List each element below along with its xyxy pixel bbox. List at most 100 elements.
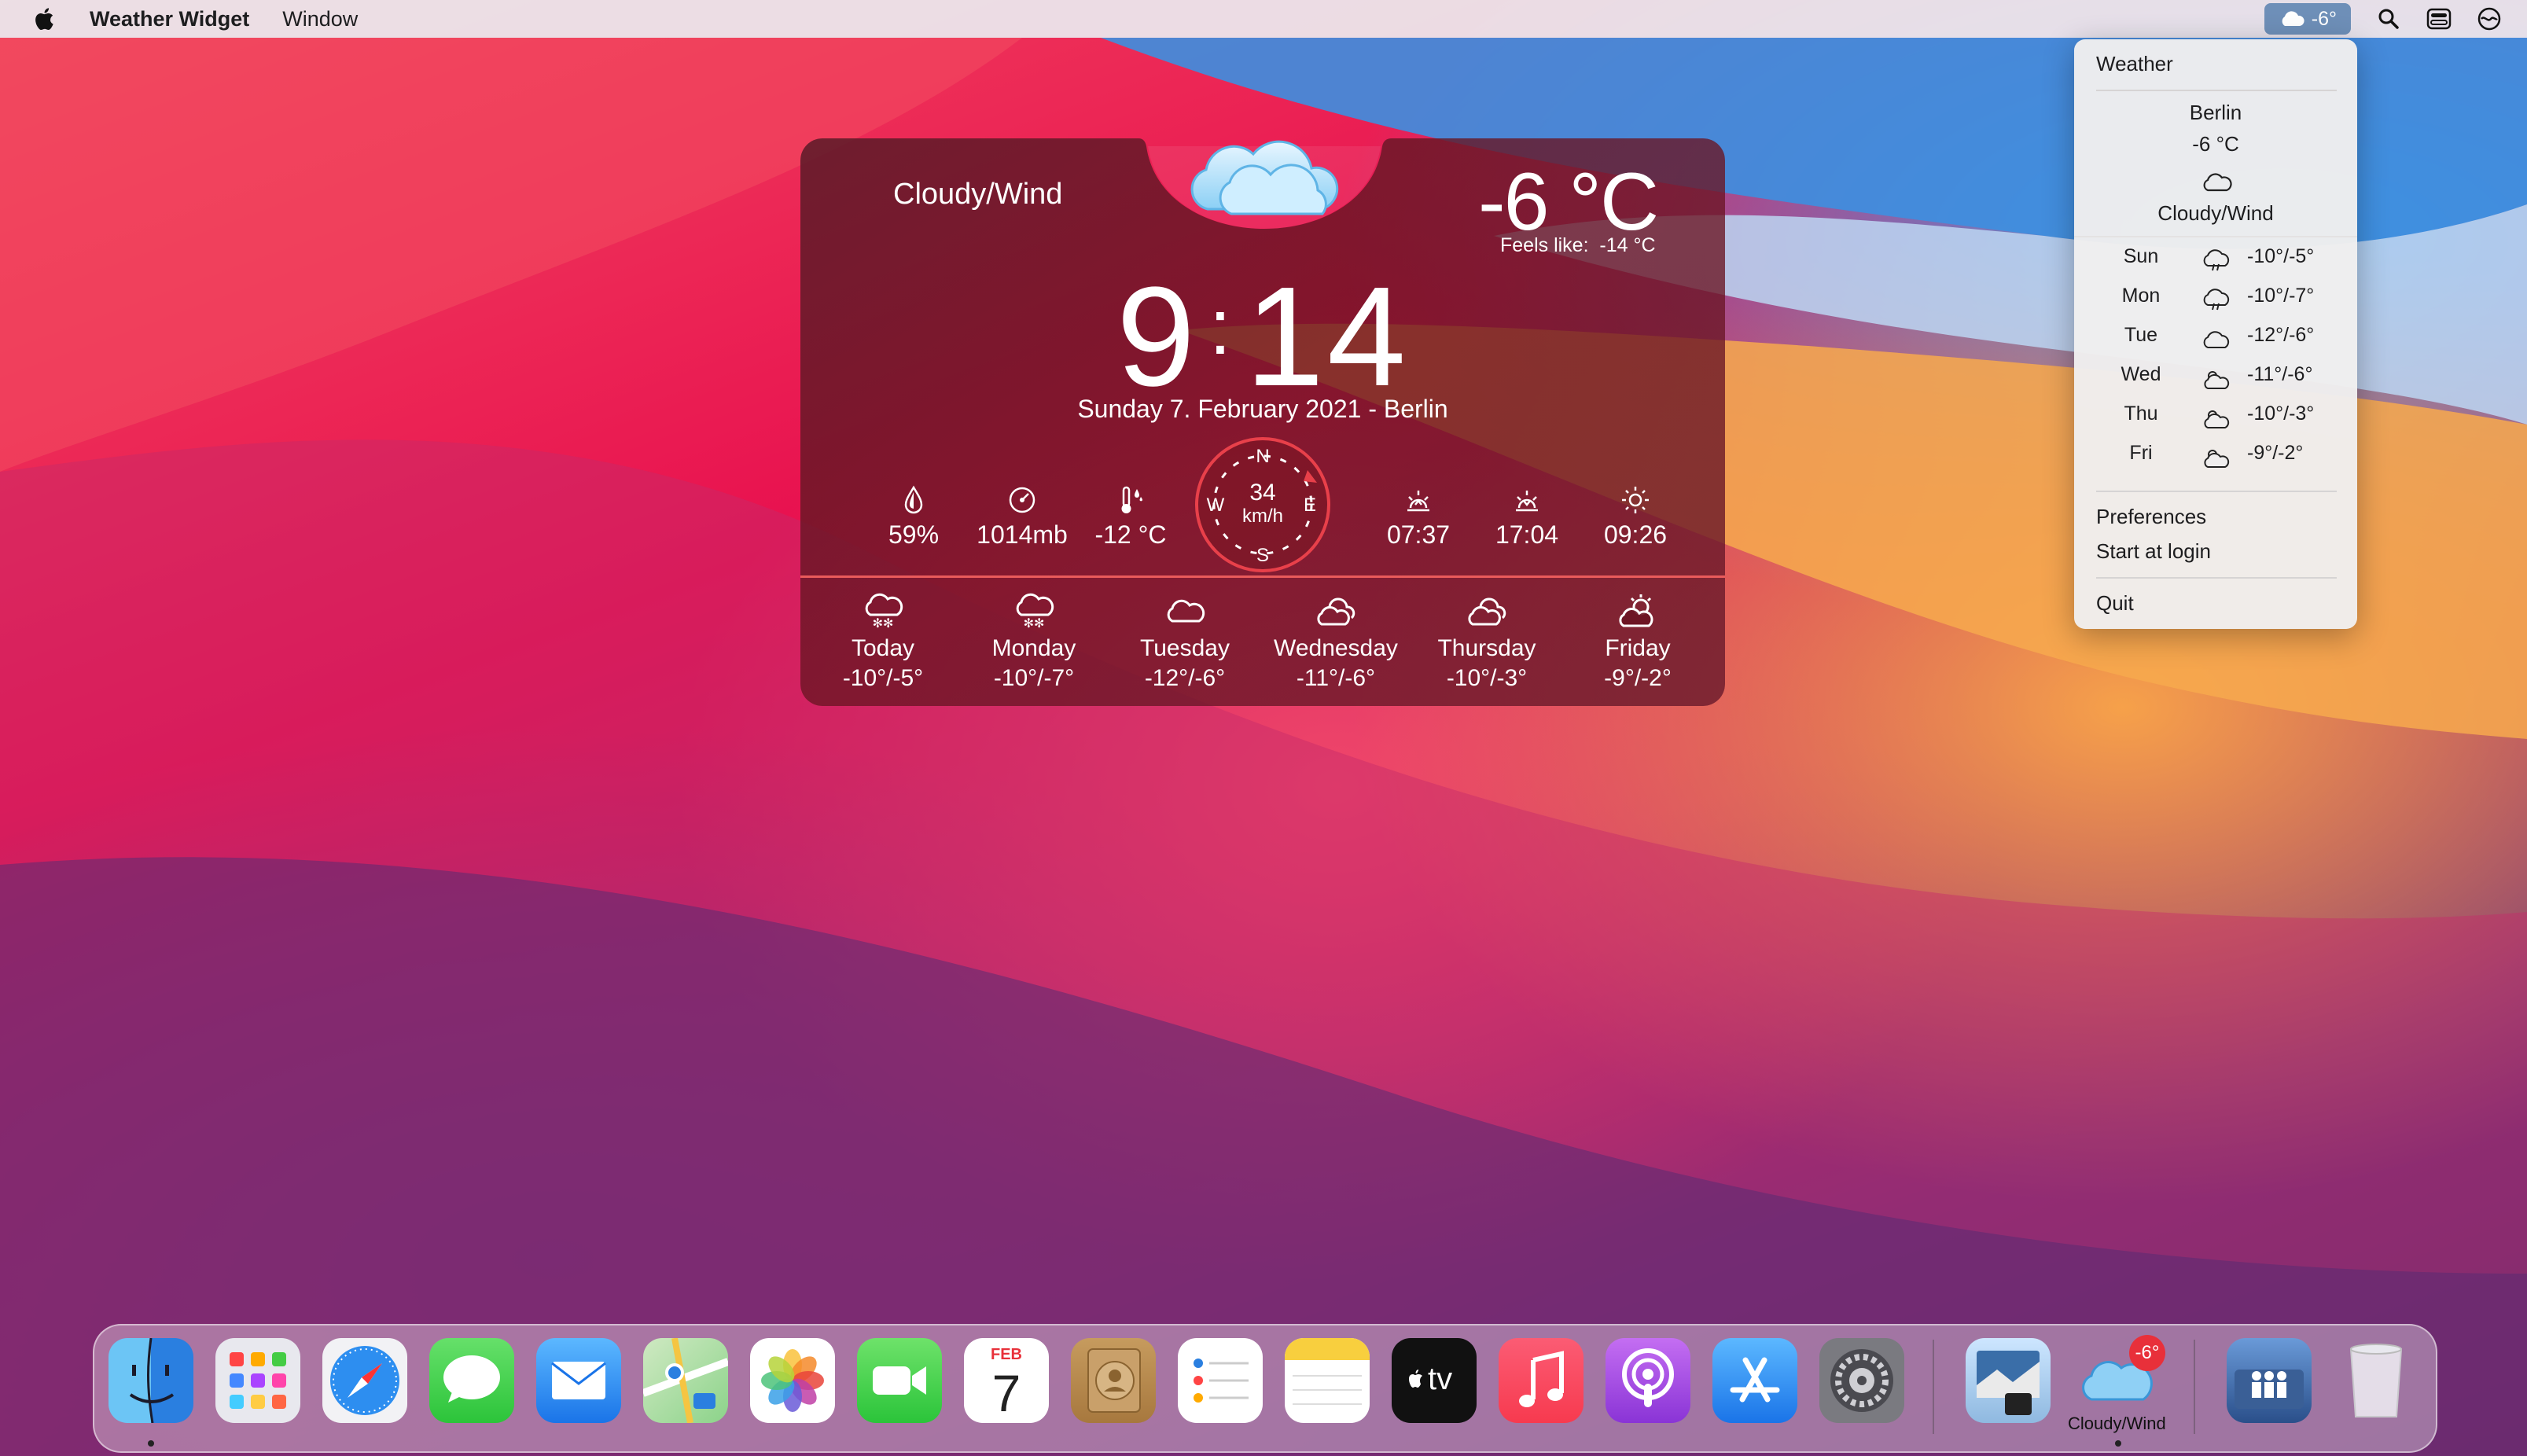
menu-forecast-row: Wed -11°/-6° [2074, 363, 2357, 398]
thermometer-icon [1121, 486, 1142, 513]
menu-separator [2074, 236, 2357, 237]
safari-icon[interactable] [322, 1338, 407, 1423]
forecast-day-0: ✻✻ Today -10°/-5° [816, 591, 950, 693]
sun-icon [1622, 487, 1649, 513]
forecast-day-temp: -12°/-6° [1144, 665, 1226, 691]
forecast-day-label: Tuesday [1140, 635, 1230, 661]
shared-folder-icon[interactable] [2227, 1338, 2312, 1423]
launchpad-icon[interactable] [215, 1338, 300, 1423]
menubar-weather-status[interactable]: -6° [2264, 3, 2351, 35]
widget-condition: Cloudy/Wind [893, 178, 1063, 211]
apple-logo-icon[interactable] [31, 6, 55, 32]
partly-cloudy-icon [2204, 450, 2230, 468]
pressure-stat: 1014mb [967, 484, 1077, 550]
dew-point-stat: -12 °C [1076, 484, 1186, 550]
calendar-icon[interactable]: FEB 7 [964, 1338, 1049, 1423]
dew-point-value: -12 °C [1094, 520, 1167, 549]
clock-minutes: 14 [1245, 258, 1410, 416]
siri-icon[interactable] [2470, 3, 2508, 35]
reminders-icon[interactable] [1178, 1338, 1263, 1423]
weather-widget[interactable]: Cloudy/Wind -6 °C Feels like: -14 °C 9:1… [800, 138, 1725, 706]
forecast-day-temp: -10°/-7° [993, 665, 1075, 691]
finder-icon[interactable] [109, 1337, 193, 1424]
clock-hours: 9 [1116, 258, 1199, 416]
podcasts-icon[interactable] [1606, 1338, 1690, 1423]
window-menu[interactable]: Window [282, 7, 358, 31]
menu-forecast-row: Fri -9°/-2° [2074, 442, 2357, 476]
forecast-day-temp: -11°/-6° [1296, 665, 1376, 691]
forecast-day-label: Wednesday [1274, 635, 1398, 661]
menu-forecast-temp: -10°/-5° [2247, 245, 2315, 267]
rain-cloud-icon [2203, 289, 2230, 311]
menu-condition: Cloudy/Wind [2157, 201, 2274, 225]
apple-tv-icon[interactable]: tv [1392, 1338, 1477, 1423]
messages-icon[interactable] [429, 1338, 514, 1423]
menu-city: Berlin [2189, 101, 2242, 124]
spotlight-search-icon[interactable] [2370, 3, 2407, 35]
weather-widget-dock-icon[interactable]: -6° [2073, 1335, 2165, 1423]
cloud-condition-icon [1190, 140, 1339, 215]
running-indicator [148, 1440, 154, 1447]
app-menu-name[interactable]: Weather Widget [90, 7, 249, 31]
menu-item-quit[interactable]: Quit [2096, 591, 2134, 616]
pressure-value: 1014mb [977, 520, 1068, 549]
calendar-month: FEB [991, 1346, 1022, 1363]
wind-speed-value: 34 [1249, 480, 1275, 506]
widget-feels-like: Feels like: -14 °C [1500, 234, 1656, 256]
cloudy-icon [1317, 597, 1355, 626]
preview-icon[interactable] [1966, 1338, 2051, 1423]
menu-forecast-temp: -9°/-2° [2247, 442, 2304, 464]
sunrise-stat: 07:37 [1363, 484, 1473, 550]
forecast-day-label: Friday [1605, 635, 1671, 661]
gauge-icon [1009, 487, 1035, 513]
menu-item-start-at-login[interactable]: Start at login [2096, 539, 2211, 564]
forecast-day-label: Today [851, 635, 915, 661]
system-preferences-icon[interactable] [1819, 1338, 1904, 1423]
photos-icon[interactable] [750, 1338, 835, 1423]
menu-forecast-day: Mon [2121, 285, 2161, 307]
cloud-icon [1167, 599, 1205, 623]
forecast-day-temp: -9°/-2° [1604, 665, 1672, 691]
sunset-stat: 17:04 [1472, 484, 1582, 550]
menu-header: Weather [2096, 52, 2173, 75]
notes-icon[interactable] [1285, 1338, 1370, 1423]
forecast-day-label: Thursday [1437, 635, 1536, 661]
partly-cloudy-icon [1619, 594, 1653, 627]
facetime-icon[interactable] [857, 1338, 942, 1423]
menu-forecast-row: Mon -10°/-7° [2074, 285, 2357, 319]
weather-dropdown-menu: Weather Berlin -6 °C Cloudy/Wind Sun -10… [2074, 39, 2357, 629]
partly-cloudy-icon [2204, 371, 2230, 389]
menu-forecast-row: Tue -12°/-6° [2074, 324, 2357, 358]
sunrise-value: 07:37 [1386, 520, 1451, 549]
menu-forecast-day: Sun [2123, 245, 2159, 267]
compass-west: W [1207, 495, 1225, 516]
menu-item-preferences[interactable]: Preferences [2096, 505, 2206, 529]
menu-forecast-day: Thu [2124, 403, 2158, 425]
menu-forecast-temp: -10°/-3° [2247, 403, 2315, 425]
sunset-value: 17:04 [1495, 520, 1559, 549]
menu-bar: Weather Widget Window -6° [0, 0, 2527, 38]
cloud-icon [2203, 173, 2232, 192]
calendar-day: 7 [991, 1364, 1021, 1422]
dock-separator [2194, 1340, 2195, 1434]
partly-cloudy-icon [2204, 410, 2230, 428]
menu-forecast-day: Fri [2129, 442, 2153, 464]
maps-icon[interactable] [642, 1337, 730, 1424]
trash-icon[interactable] [2334, 1338, 2418, 1423]
mail-icon[interactable] [536, 1338, 621, 1423]
contacts-icon[interactable] [1071, 1338, 1156, 1423]
forecast-day-2: Tuesday -12°/-6° [1118, 591, 1252, 693]
music-icon[interactable] [1499, 1338, 1584, 1423]
svg-text:✻✻: ✻✻ [1024, 617, 1045, 631]
forecast-day-4: Thursday -10°/-3° [1420, 591, 1554, 693]
humidity-value: 59% [888, 520, 940, 549]
forecast-day-label: Monday [991, 635, 1076, 661]
snow-cloud-icon: ✻✻ [865, 593, 903, 631]
wind-speed-unit: km/h [1242, 506, 1283, 527]
rain-cloud-icon [2203, 249, 2230, 271]
cloud-icon [2203, 331, 2230, 348]
menu-forecast-temp: -11°/-6° [2247, 363, 2313, 385]
control-center-icon[interactable] [2420, 3, 2458, 35]
app-store-icon[interactable] [1712, 1338, 1797, 1423]
forecast-day-temp: -10°/-5° [842, 665, 924, 691]
